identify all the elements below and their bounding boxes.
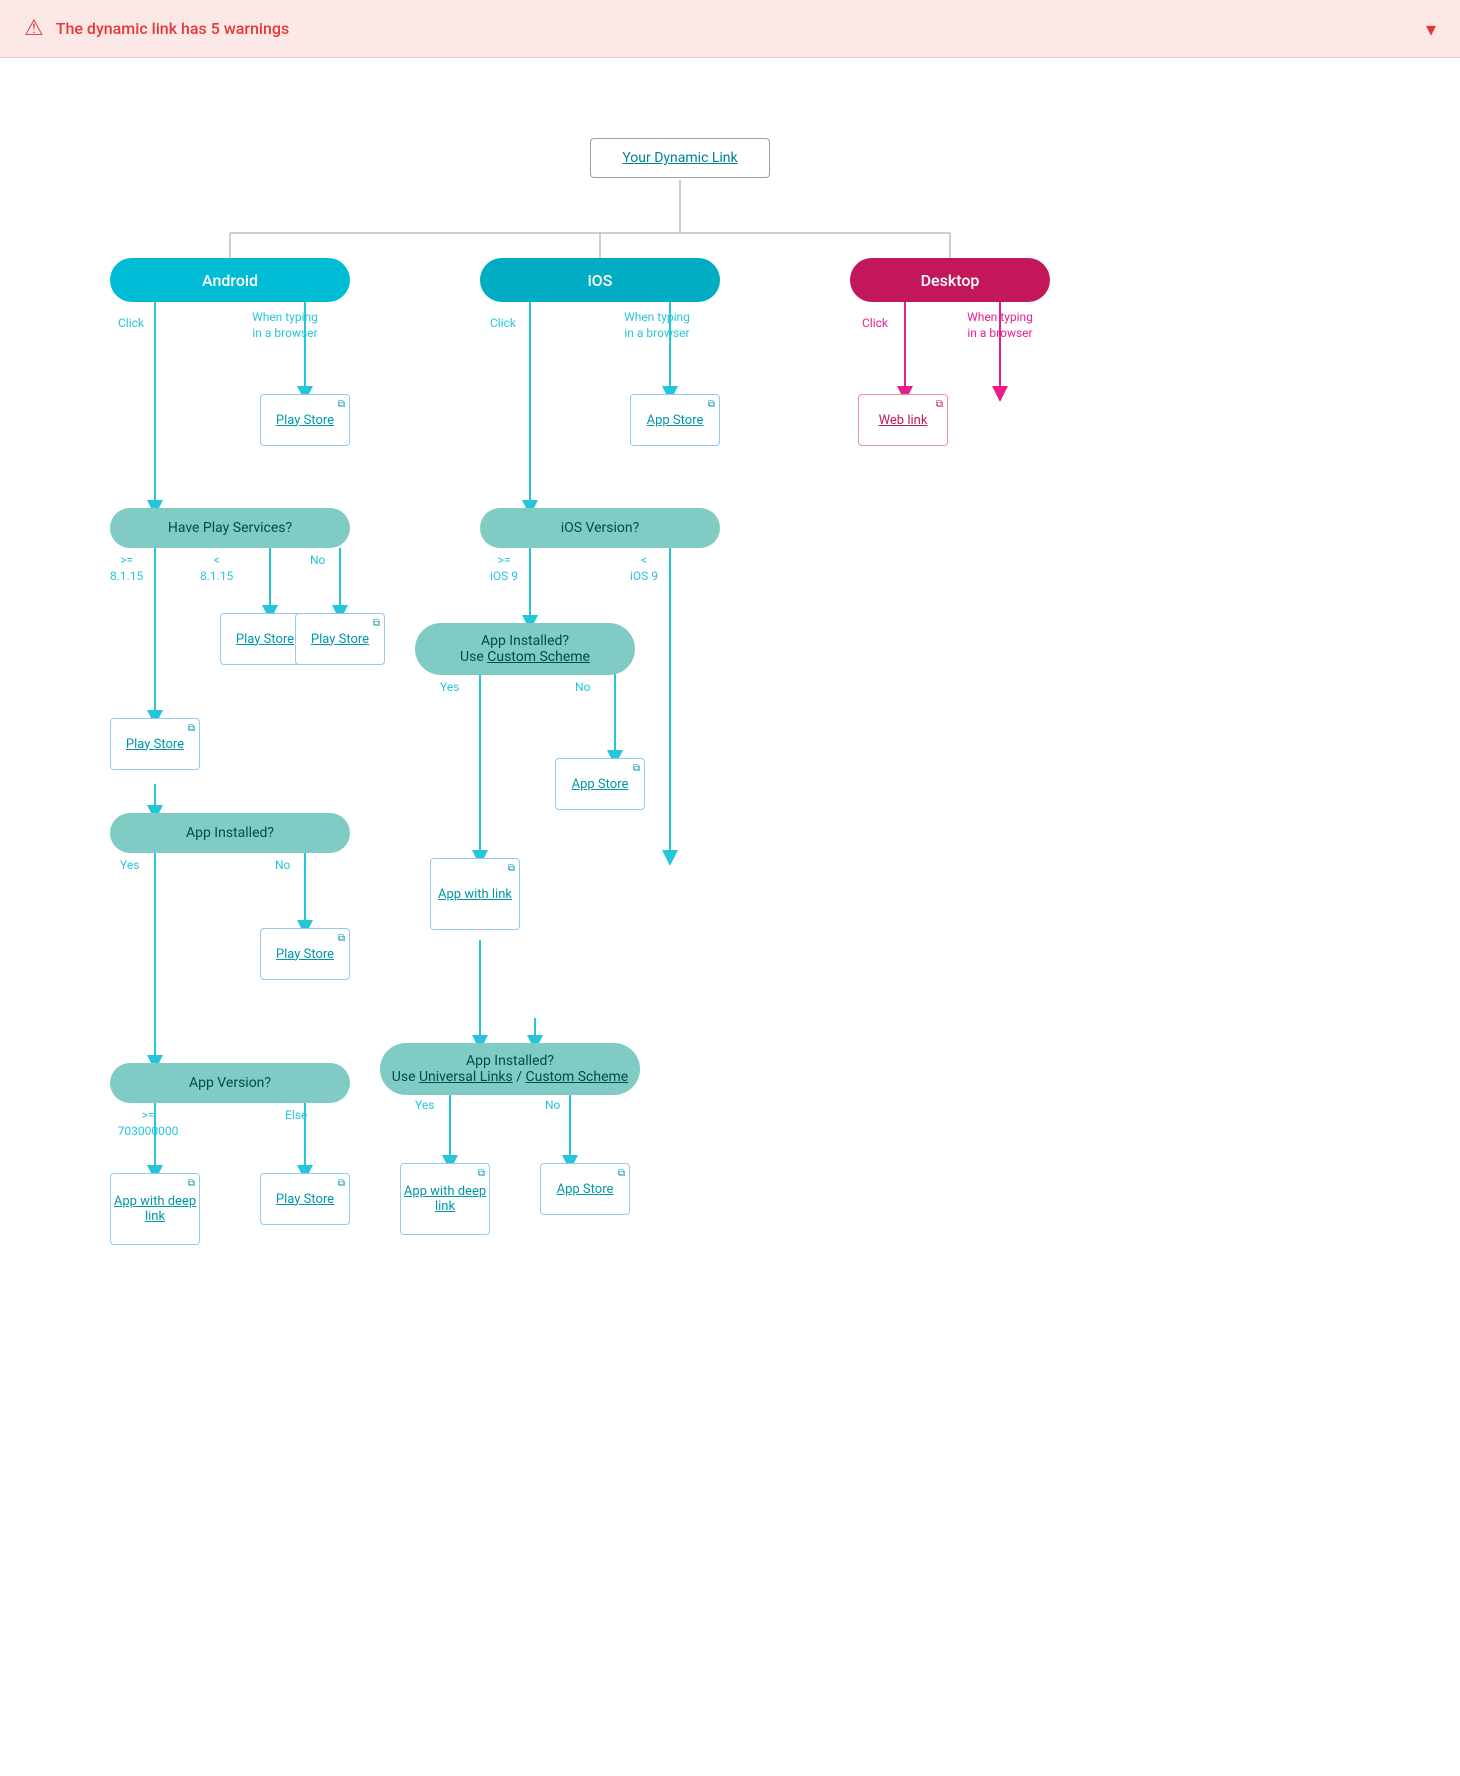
external-link-icon-12: ⧉ (618, 1168, 625, 1179)
ios-version-node: iOS Version? (480, 508, 720, 548)
app-store-3-label[interactable]: App Store (557, 1182, 614, 1197)
external-link-icon-11: ⧉ (478, 1168, 485, 1179)
play-store-5-label[interactable]: Play Store (276, 947, 334, 962)
app-with-link-node[interactable]: ⧉ App with link (430, 858, 520, 930)
play-store-4-label[interactable]: Play Store (126, 737, 184, 752)
no-custom-label: No (575, 680, 590, 696)
geq815-label: >=8.1.15 (110, 553, 143, 584)
ios-typing-label: When typingin a browser (612, 310, 702, 341)
lt-ios9-label: <iOS 9 (630, 553, 658, 584)
no-universal-label: No (545, 1098, 560, 1114)
desktop-click-label: Click (862, 316, 888, 332)
play-store-4-node[interactable]: ⧉ Play Store (110, 718, 200, 770)
play-store-6-label[interactable]: Play Store (276, 1192, 334, 1207)
ios-node: iOS (480, 258, 720, 302)
play-services-node: Have Play Services? (110, 508, 350, 548)
external-link-icon-10: ⧉ (508, 863, 515, 874)
warning-icon: ⚠ (24, 16, 44, 41)
geq703-label: >=703000000 (108, 1108, 188, 1139)
no-ps-label: No (310, 553, 325, 569)
external-link-icon-13: ⧉ (936, 399, 943, 410)
warning-banner: ⚠ The dynamic link has 5 warnings ▾ (0, 0, 1460, 58)
android-node: Android (110, 258, 350, 302)
app-with-link-label[interactable]: App with link (438, 887, 512, 902)
play-store-5-node[interactable]: ⧉ Play Store (260, 928, 350, 980)
yes-universal-label: Yes (415, 1098, 434, 1114)
external-link-icon: ⧉ (338, 399, 345, 410)
app-store-2-label[interactable]: App Store (572, 777, 629, 792)
warning-text: The dynamic link has 5 warnings (56, 19, 289, 38)
dynamic-link-node[interactable]: Your Dynamic Link (590, 138, 770, 178)
app-deep-link-2-label[interactable]: App with deep link (401, 1184, 489, 1214)
external-link-icon-5: ⧉ (338, 933, 345, 944)
play-store-3-label[interactable]: Play Store (311, 632, 369, 647)
chevron-down-icon[interactable]: ▾ (1426, 17, 1436, 41)
lt815-label: <8.1.15 (200, 553, 233, 584)
else-label: Else (285, 1108, 307, 1124)
app-installed-universal-node: App Installed?Use Universal Links / Cust… (380, 1043, 640, 1095)
app-deep-link-1-label[interactable]: App with deep link (111, 1194, 199, 1224)
app-store-1-label[interactable]: App Store (647, 413, 704, 428)
app-deep-link-1-node[interactable]: ⧉ App with deep link (110, 1173, 200, 1245)
play-store-3-node[interactable]: ⧉ Play Store (295, 613, 385, 665)
android-typing-label: When typingin a browser (240, 310, 330, 341)
play-store-6-node[interactable]: ⧉ Play Store (260, 1173, 350, 1225)
app-version-node: App Version? (110, 1063, 350, 1103)
desktop-node: Desktop (850, 258, 1050, 302)
app-deep-link-2-node[interactable]: ⧉ App with deep link (400, 1163, 490, 1235)
dynamic-link-label[interactable]: Your Dynamic Link (622, 150, 737, 166)
web-link-label[interactable]: Web link (879, 413, 928, 428)
external-link-icon-9: ⧉ (633, 763, 640, 774)
desktop-typing-label: When typingin a browser (950, 310, 1050, 341)
app-installed-custom-node: App Installed?Use Custom Scheme (415, 623, 635, 675)
play-store-2-label[interactable]: Play Store (236, 632, 294, 647)
no-android-label: No (275, 858, 290, 874)
app-store-3-node[interactable]: ⧉ App Store (540, 1163, 630, 1215)
app-installed-android-node: App Installed? (110, 813, 350, 853)
app-store-1-node[interactable]: ⧉ App Store (630, 394, 720, 446)
yes-android-label: Yes (120, 858, 139, 874)
play-store-1-node[interactable]: ⧉ Play Store (260, 394, 350, 446)
web-link-node[interactable]: ⧉ Web link (858, 394, 948, 446)
external-link-icon-4: ⧉ (188, 723, 195, 734)
play-store-1-label[interactable]: Play Store (276, 413, 334, 428)
external-link-icon-6: ⧉ (188, 1178, 195, 1189)
external-link-icon-8: ⧉ (708, 399, 715, 410)
yes-custom-label: Yes (440, 680, 459, 696)
ios-click-label: Click (490, 316, 516, 332)
geq-ios9-label: >=iOS 9 (490, 553, 518, 584)
external-link-icon-3: ⧉ (373, 618, 380, 629)
external-link-icon-7: ⧉ (338, 1178, 345, 1189)
android-click-label: Click (118, 316, 144, 332)
app-store-2-node[interactable]: ⧉ App Store (555, 758, 645, 810)
